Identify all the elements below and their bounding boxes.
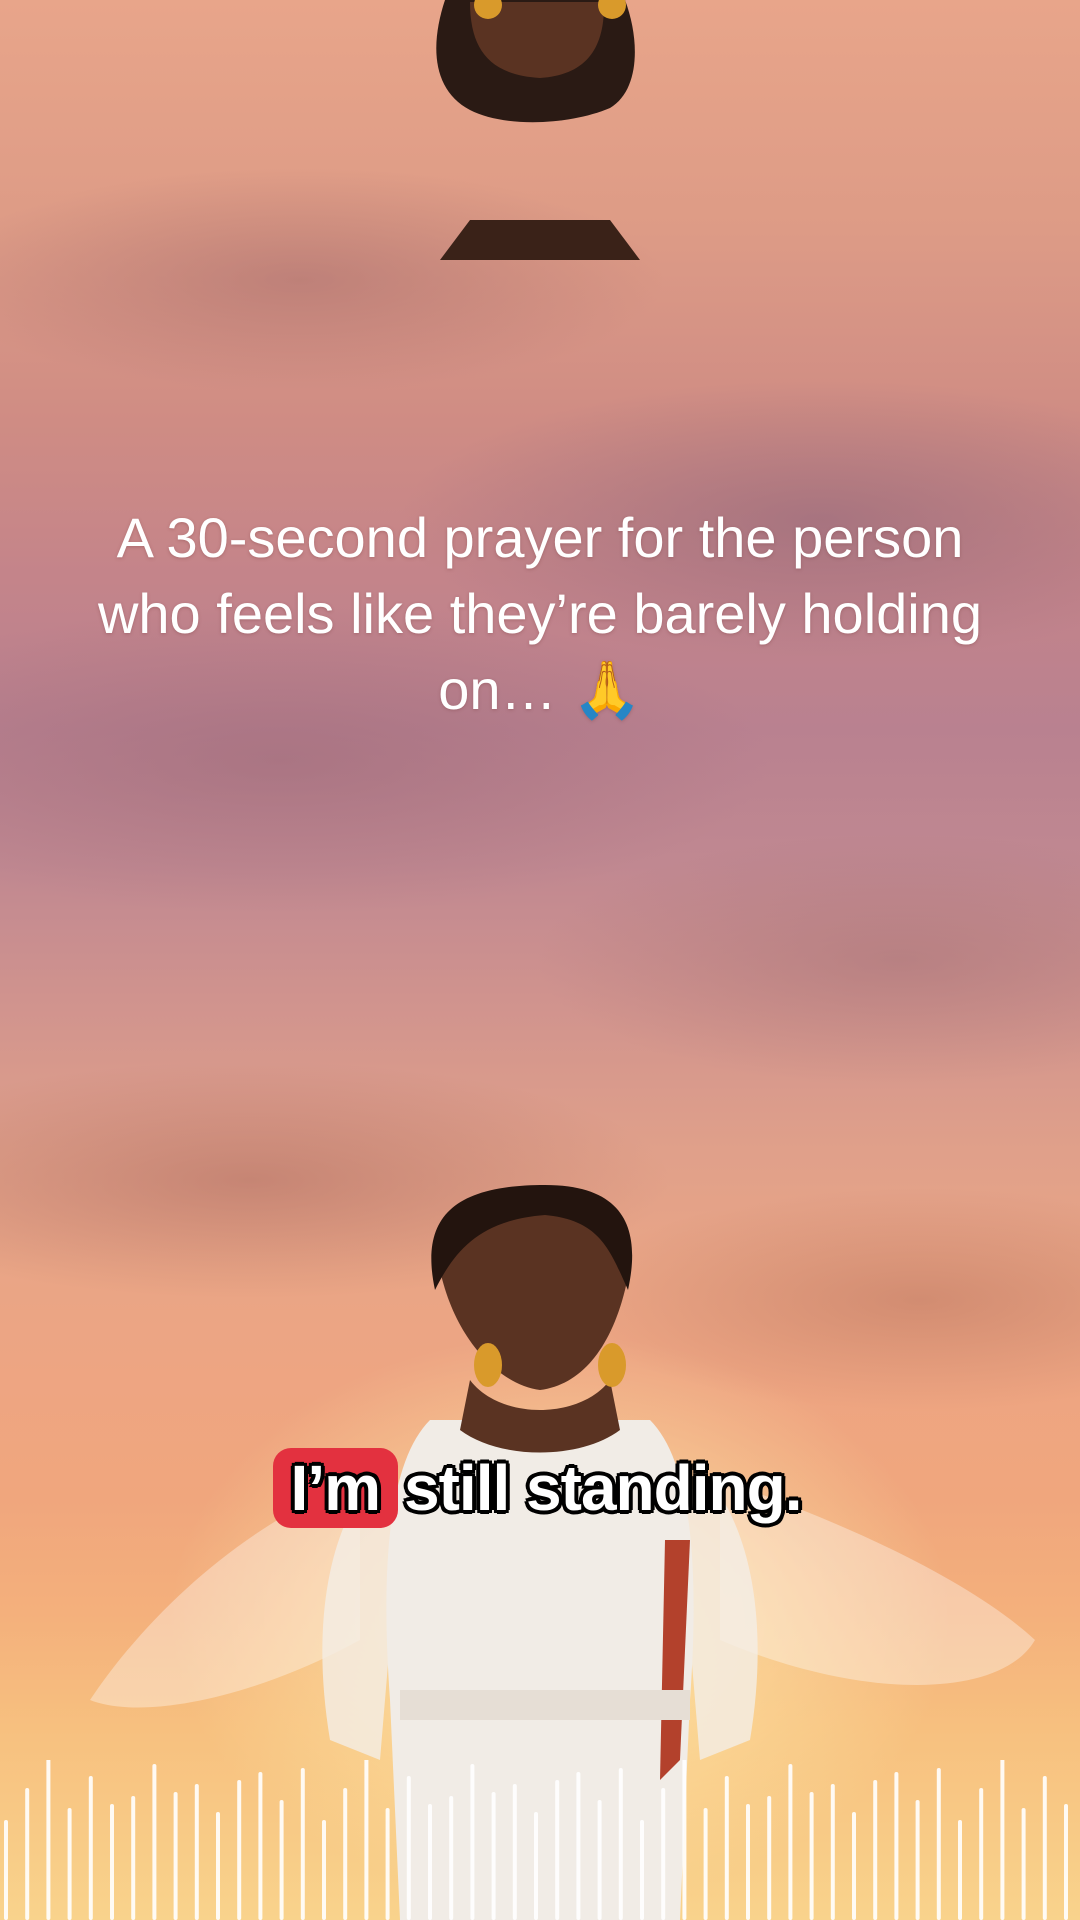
waveform-bar: [1021, 1808, 1026, 1920]
waveform-bar: [491, 1792, 496, 1920]
subtitle-text: I’m still standing.: [272, 1438, 808, 1538]
waveform-bar: [88, 1776, 93, 1920]
waveform-bar: [322, 1820, 326, 1920]
waveform-bar: [555, 1780, 560, 1920]
subtitle-highlighted-word: I’m: [272, 1448, 398, 1528]
waveform-bar: [512, 1784, 517, 1920]
waveform-bar: [152, 1764, 157, 1920]
waveform-bar: [216, 1812, 220, 1920]
waveform-bar: [385, 1808, 390, 1920]
subtitle-bar: I’m still standing.: [0, 1438, 1080, 1548]
waveform-bar: [809, 1792, 814, 1920]
waveform-bar: [1000, 1760, 1005, 1920]
waveform-bar: [279, 1800, 284, 1920]
waveform-bar: [724, 1776, 729, 1920]
waveform-bar: [852, 1812, 856, 1920]
waveform-bar: [4, 1820, 8, 1920]
waveform-bar: [300, 1768, 305, 1920]
waveform-bar: [703, 1808, 708, 1920]
waveform-bar: [534, 1812, 538, 1920]
waveform-bar: [131, 1796, 136, 1920]
waveform-bar: [597, 1800, 602, 1920]
waveform-bar: [110, 1804, 114, 1920]
waveform-bar: [364, 1760, 369, 1920]
woman-figure: [90, 1185, 1035, 1920]
audio-waveform: [4, 1760, 1068, 1920]
waveform-bar: [173, 1792, 178, 1920]
video-caption: A 30-second prayer for the person who fe…: [97, 506, 983, 721]
waveform-bar: [470, 1764, 475, 1920]
waveform-bar: [958, 1820, 962, 1920]
waveform-bar: [1064, 1804, 1068, 1920]
waveform-bar: [830, 1784, 835, 1920]
video-frame[interactable]: A 30-second prayer for the person who fe…: [0, 0, 1080, 1920]
waveform-bar: [746, 1804, 750, 1920]
waveform-bar: [894, 1772, 899, 1920]
waveform-bar: [1042, 1776, 1047, 1920]
waveform-bar: [682, 1760, 687, 1920]
waveform-bar: [788, 1764, 793, 1920]
waveform-bar: [767, 1796, 772, 1920]
waveform-bar: [618, 1768, 623, 1920]
waveform-bar: [46, 1760, 51, 1920]
waveform-bar: [873, 1780, 878, 1920]
waveform-bar: [67, 1808, 72, 1920]
waveform-bar: [449, 1796, 454, 1920]
waveform-bar: [428, 1804, 432, 1920]
waveform-bar: [936, 1768, 941, 1920]
waveform-bar: [237, 1780, 242, 1920]
waveform-bar: [979, 1788, 984, 1920]
waveform-bar: [576, 1772, 581, 1920]
subtitle-rest: still standing.: [404, 1452, 802, 1524]
waveform-bar: [343, 1788, 348, 1920]
waveform-bar: [25, 1788, 30, 1920]
waveform-bar: [915, 1800, 920, 1920]
waveform-bar: [406, 1776, 411, 1920]
waveform-bar: [194, 1784, 199, 1920]
waveform-bar: [258, 1772, 263, 1920]
waveform-bar: [661, 1788, 666, 1920]
waveform-bar: [640, 1820, 644, 1920]
